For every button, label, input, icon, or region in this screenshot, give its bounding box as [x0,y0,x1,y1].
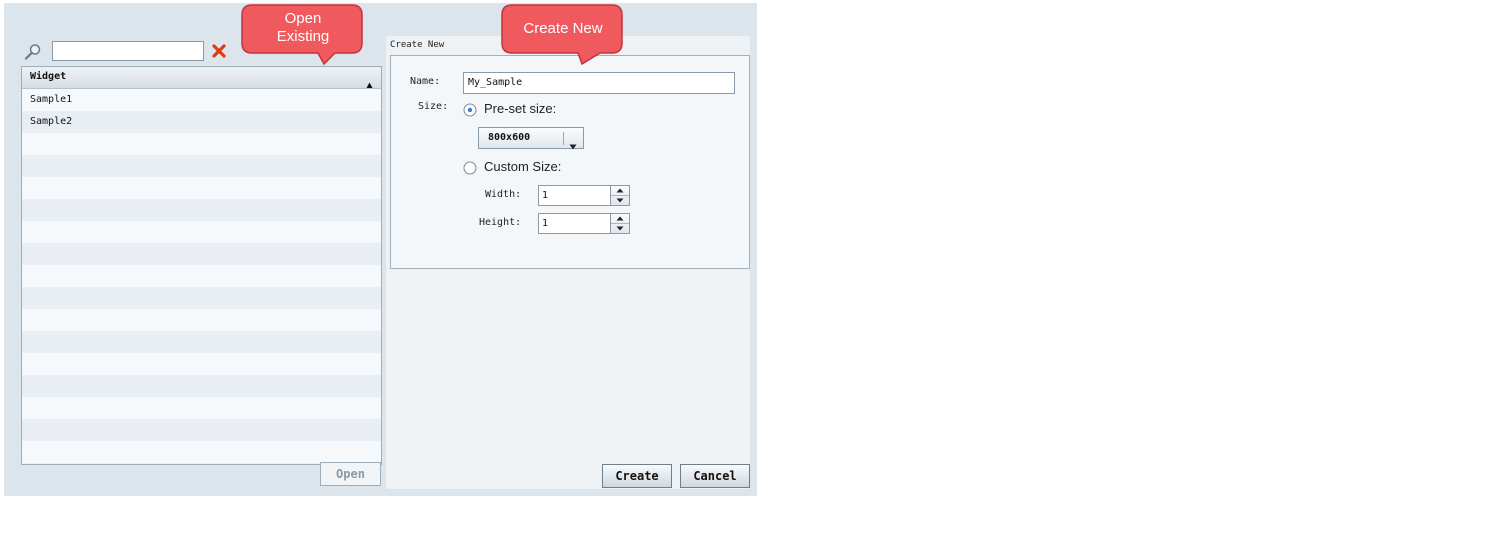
callout-text-line1: Open [284,10,322,27]
height-label: Height: [479,217,522,228]
height-increment-button[interactable] [611,214,629,224]
width-increment-button[interactable] [611,186,629,196]
size-label: Size: [418,101,449,112]
height-value: 1 [542,218,549,229]
name-input[interactable]: My_Sample [463,72,735,94]
list-item[interactable]: Sample1 [22,89,381,111]
widget-list: Widget Sample1 Sample2 [21,66,382,465]
width-stepper[interactable]: 1 [538,185,630,206]
create-new-panel: Create New Name: My_Sample Size: Pre-set… [386,36,750,489]
list-body: Sample1 Sample2 [22,89,381,464]
search-icon [24,43,42,61]
sort-ascending-icon [366,74,373,88]
column-header-label: Widget [30,71,67,82]
custom-size-label: Custom Size: [484,159,562,174]
height-stepper-buttons [610,214,629,233]
create-new-callout: Create New [500,3,626,67]
section-title: Create New [390,40,445,50]
preset-size-value: 800x600 [488,132,531,143]
close-icon[interactable] [211,43,227,59]
height-decrement-button[interactable] [611,224,629,233]
callout-text-line2: Existing [276,28,330,45]
open-existing-callout: Open Existing [240,3,366,67]
chevron-down-icon [569,135,577,150]
name-label: Name: [410,76,441,87]
preset-size-select[interactable]: 800x600 [478,127,584,150]
widget-dialog: Widget Sample1 Sample2 Open Create New N… [4,3,757,496]
search-input[interactable] [52,41,204,61]
preset-size-radio[interactable] [463,102,477,117]
custom-size-radio[interactable] [463,160,477,175]
preset-size-label: Pre-set size: [484,101,557,116]
list-item[interactable]: Sample2 [22,111,381,133]
width-label: Width: [485,189,522,200]
width-stepper-buttons [610,186,629,205]
create-button[interactable]: Create [602,464,672,488]
height-stepper[interactable]: 1 [538,213,630,234]
select-divider [563,132,564,145]
width-decrement-button[interactable] [611,196,629,205]
cancel-button[interactable]: Cancel [680,464,750,488]
column-header-widget[interactable]: Widget [22,67,381,89]
callout-text: Create New [523,20,603,37]
width-value: 1 [542,190,549,201]
open-button[interactable]: Open [320,462,381,486]
create-new-form: Name: My_Sample Size: Pre-set size: 800x… [390,55,750,269]
